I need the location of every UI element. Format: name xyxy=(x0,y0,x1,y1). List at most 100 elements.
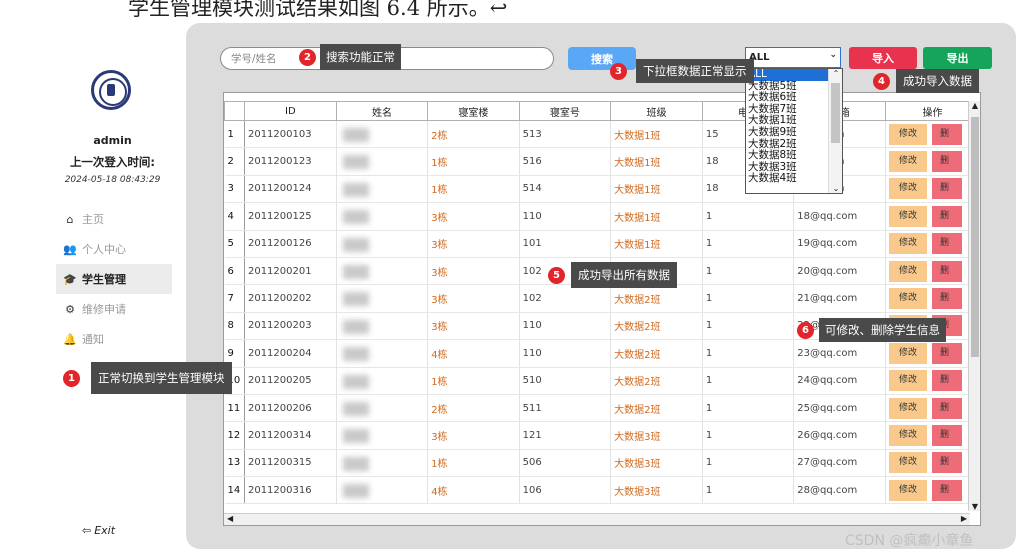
scroll-up-icon[interactable]: ▲ xyxy=(969,101,980,110)
table-vertical-scrollbar[interactable]: ▲ ▼ xyxy=(968,101,980,511)
cell-phone: 1 xyxy=(702,257,795,286)
scrollbar-thumb[interactable] xyxy=(971,117,979,357)
class-select[interactable]: ALL ⌄ xyxy=(745,47,841,68)
table-row[interactable]: 7 2011200202 3栋 102 大数据2班 1 21@qq.com 修改删 xyxy=(224,284,980,313)
table-body: 120112001032栋513大数据1班15@qq.com修改删2201120… xyxy=(224,120,980,505)
edit-button[interactable]: 修改 xyxy=(889,123,928,145)
annotation-text: 成功导出所有数据 xyxy=(571,262,677,288)
table-row[interactable]: 5 2011200126 3栋 101 大数据1班 1 19@qq.com 修改删 xyxy=(224,230,980,258)
table-header-name[interactable]: 姓名 xyxy=(335,101,429,121)
table-header-actions[interactable]: 操作 xyxy=(885,101,980,121)
delete-button[interactable]: 删 xyxy=(932,151,963,173)
delete-button[interactable]: 删 xyxy=(932,205,963,227)
edit-button[interactable]: 修改 xyxy=(889,342,928,364)
edit-button[interactable]: 修改 xyxy=(889,479,928,501)
edit-button[interactable]: 修改 xyxy=(889,424,928,446)
cell-email: 21@qq.com xyxy=(793,284,887,313)
table-header-building[interactable]: 寝室楼 xyxy=(427,101,520,121)
cell-actions: 修改删 xyxy=(885,394,980,423)
cell-id: 2011200201 xyxy=(244,257,337,286)
chevron-down-icon[interactable]: ⌄ xyxy=(829,184,843,193)
scroll-left-icon[interactable]: ◀ xyxy=(227,514,233,523)
delete-button[interactable]: 删 xyxy=(932,479,963,501)
table-row[interactable]: 11 2011200206 2栋 511 大数据2班 1 25@qq.com 修改删 xyxy=(224,394,980,423)
export-button[interactable]: 导出 xyxy=(923,47,992,69)
dropdown-scrollbar[interactable]: ⌃ ⌄ xyxy=(828,69,842,193)
dropdown-scrollbar-thumb[interactable] xyxy=(831,83,840,143)
cell-id: 2011200126 xyxy=(244,230,337,258)
table-row[interactable]: 220112001231栋516大数据1班18@qq.com修改删 xyxy=(224,147,980,176)
cell-id: 2011200314 xyxy=(244,421,337,450)
cell-room: 121 xyxy=(519,421,612,450)
delete-button[interactable]: 删 xyxy=(932,424,963,446)
cell-actions: 修改删 xyxy=(885,449,980,478)
table-row[interactable]: 4 2011200125 3栋 110 大数据1班 1 18@qq.com 修改删 xyxy=(224,202,980,231)
table-row[interactable]: 9 2011200204 4栋 110 大数据2班 1 23@qq.com 修改删 xyxy=(224,339,980,368)
table-header-class[interactable]: 班级 xyxy=(610,101,703,121)
table-horizontal-scrollbar[interactable]: ◀ ▶ xyxy=(224,513,970,525)
annotation-badge: 5 xyxy=(548,266,565,284)
cell-building: 2栋 xyxy=(427,120,520,149)
cell-phone: 1 xyxy=(702,367,795,395)
edit-button[interactable]: 修改 xyxy=(889,233,928,255)
annotation-text: 搜索功能正常 xyxy=(320,44,401,70)
sidebar-item-student-management[interactable]: 🎓 学生管理 xyxy=(56,264,172,294)
cell-phone: 1 xyxy=(702,312,795,341)
table-row[interactable]: 10 2011200205 1栋 510 大数据2班 1 24@qq.com 修改删 xyxy=(224,367,980,395)
sidebar-item-home[interactable]: ⌂ 主页 xyxy=(56,204,172,234)
home-icon: ⌂ xyxy=(66,212,74,226)
delete-button[interactable]: 删 xyxy=(932,452,963,474)
import-button[interactable]: 导入 xyxy=(849,47,917,69)
delete-button[interactable]: 删 xyxy=(932,370,963,392)
edit-button[interactable]: 修改 xyxy=(889,151,928,173)
cell-name xyxy=(336,339,429,368)
sidebar-item-notice[interactable]: 🔔 通知 xyxy=(56,324,172,354)
table-row[interactable]: 320112001241栋514大数据1班18@qq.com修改删 xyxy=(224,175,980,204)
table-row[interactable]: 120112001032栋513大数据1班15@qq.com修改删 xyxy=(224,120,980,149)
edit-button[interactable]: 修改 xyxy=(889,370,928,392)
table-row[interactable]: 12 2011200314 3栋 121 大数据3班 1 26@qq.com 修改删 xyxy=(224,421,980,450)
delete-button[interactable]: 删 xyxy=(932,123,963,145)
exit-button[interactable]: ⇦ Exit xyxy=(82,524,115,537)
cell-actions: 修改删 xyxy=(885,284,980,313)
cell-building: 2栋 xyxy=(427,394,520,423)
edit-button[interactable]: 修改 xyxy=(889,260,928,282)
table-header-index xyxy=(224,101,245,121)
cell-building: 3栋 xyxy=(427,421,520,450)
table-header-room[interactable]: 寝室号 xyxy=(518,101,612,121)
delete-button[interactable]: 删 xyxy=(932,397,963,419)
delete-button[interactable]: 删 xyxy=(932,288,963,310)
cell-class: 大数据3班 xyxy=(610,449,703,478)
cell-email: 27@qq.com xyxy=(793,449,887,478)
users-icon: 👥 xyxy=(63,242,77,256)
sidebar-item-profile[interactable]: 👥 个人中心 xyxy=(56,234,172,264)
table-row[interactable]: 13 2011200315 1栋 506 大数据3班 1 27@qq.com 修改删 xyxy=(224,449,980,478)
edit-button[interactable]: 修改 xyxy=(889,178,928,200)
scroll-right-icon[interactable]: ▶ xyxy=(961,514,967,523)
chevron-up-icon[interactable]: ⌃ xyxy=(829,69,843,78)
cell-class: 大数据2班 xyxy=(610,394,703,423)
annotation-6: 6 可修改、删除学生信息 xyxy=(797,318,946,342)
delete-button[interactable]: 删 xyxy=(932,233,963,255)
edit-button[interactable]: 修改 xyxy=(889,288,928,310)
table-row[interactable]: 14 2011200316 4栋 106 大数据3班 1 28@qq.com 修改删 xyxy=(224,476,980,505)
annotation-badge: 3 xyxy=(610,62,627,80)
delete-button[interactable]: 删 xyxy=(932,178,963,200)
cell-id: 2011200204 xyxy=(244,339,337,368)
delete-button[interactable]: 删 xyxy=(932,342,963,364)
annotation-text: 正常切换到学生管理模块 xyxy=(91,362,232,394)
edit-button[interactable]: 修改 xyxy=(889,397,928,419)
cell-phone: 1 xyxy=(702,230,795,258)
row-index: 5 xyxy=(224,230,245,258)
cell-actions: 修改删 xyxy=(885,202,980,231)
edit-button[interactable]: 修改 xyxy=(889,205,928,227)
table-header-row: ID 姓名 寝室楼 寝室号 班级 电话 邮箱 操作 xyxy=(224,101,980,121)
cell-name xyxy=(336,202,429,231)
table-header-id[interactable]: ID xyxy=(243,101,337,121)
scroll-down-icon[interactable]: ▼ xyxy=(969,502,980,511)
cell-building: 4栋 xyxy=(427,339,520,368)
sidebar-item-repair-request[interactable]: ⚙ 维修申请 xyxy=(56,294,172,324)
edit-button[interactable]: 修改 xyxy=(889,452,928,474)
delete-button[interactable]: 删 xyxy=(932,260,963,282)
annotation-text: 下拉框数据正常显示 xyxy=(636,59,754,83)
